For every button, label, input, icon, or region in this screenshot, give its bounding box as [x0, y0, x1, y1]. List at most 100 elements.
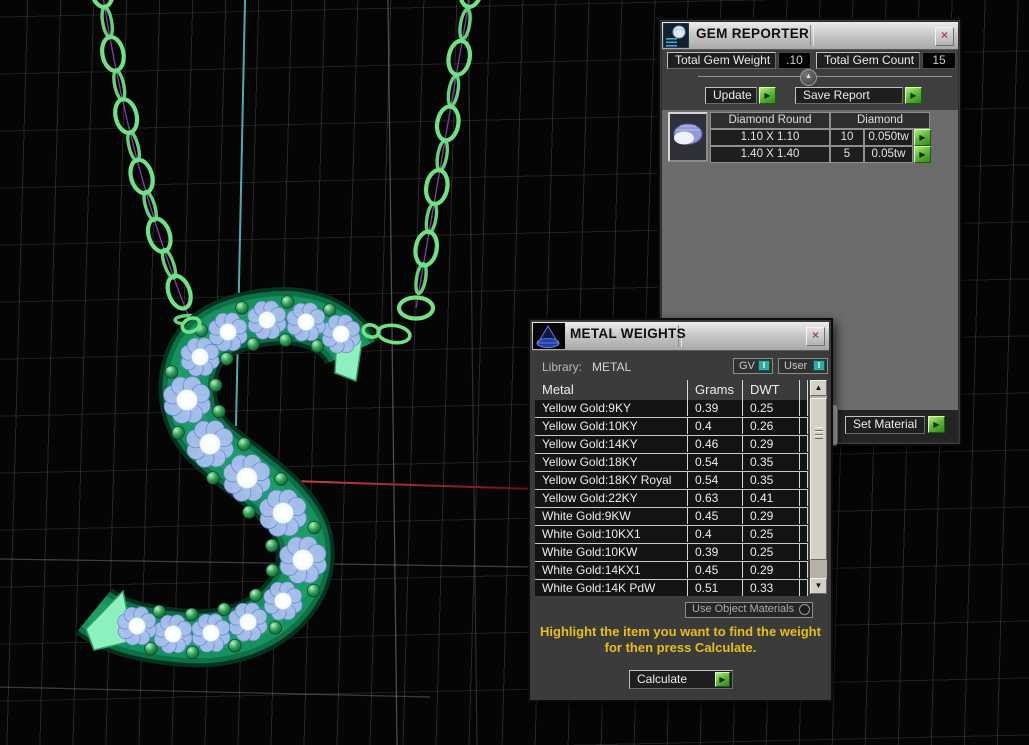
milgrain-bead	[144, 641, 158, 656]
gem-shape-header: Diamond Round	[710, 112, 830, 129]
metal-row[interactable]: Yellow Gold:10KY 0.4 0.26	[535, 418, 808, 436]
gem-size-cell[interactable]: 1.10 X 1.10	[710, 129, 830, 146]
use-object-materials-button[interactable]: Use Object Materials	[685, 602, 813, 618]
milgrain-bead	[310, 339, 325, 353]
gem-type-header: Diamond	[830, 112, 930, 129]
set-material-button[interactable]: Set Material	[845, 416, 925, 434]
chain-link	[458, 0, 484, 9]
metal-name-cell: White Gold:9KW	[535, 508, 688, 524]
scroll-down-icon[interactable]: ▼	[810, 578, 827, 594]
metal-row[interactable]: White Gold:10KX1 0.4 0.25	[535, 526, 808, 544]
milgrain-bead	[185, 645, 200, 660]
grams-cell: 0.45	[688, 508, 743, 524]
milgrain-bead	[212, 404, 226, 419]
metal-weights-close-icon[interactable]: ×	[806, 327, 825, 346]
table-scrollbar[interactable]: ▲ ▼	[810, 380, 827, 594]
spare-cell	[800, 472, 808, 488]
scroll-up-icon[interactable]: ▲	[810, 380, 827, 396]
gem-row-run-icon[interactable]: ▶	[914, 146, 931, 163]
milgrain-bead	[242, 505, 256, 519]
spare-cell	[800, 400, 808, 416]
scrollbar-thumb[interactable]	[810, 398, 827, 560]
metal-weights-table[interactable]: Yellow Gold:9KY 0.39 0.25 Yellow Gold:10KY 0…	[535, 400, 808, 596]
gem-weight-cell[interactable]: 0.05tw	[864, 146, 913, 163]
use-object-materials-label: Use Object Materials	[692, 603, 795, 615]
gem-count-cell[interactable]: 5	[830, 146, 864, 163]
user-toggle-state-icon[interactable]: I	[813, 360, 825, 371]
metal-row[interactable]: White Gold:14KX1 0.45 0.29	[535, 562, 808, 580]
milgrain-bead	[171, 425, 185, 440]
total-gem-count-label: Total Gem Count	[816, 52, 920, 69]
diamond-gem-highlight	[278, 596, 288, 606]
spare-cell	[800, 562, 808, 578]
metal-name-cell: Yellow Gold:18KY	[535, 454, 688, 470]
save-report-run-icon[interactable]: ▶	[905, 87, 922, 104]
milgrain-bead	[184, 607, 199, 622]
metal-row[interactable]: Yellow Gold:18KY 0.54 0.35	[535, 454, 808, 472]
gem-reporter-title: GEM REPORTER	[696, 26, 810, 41]
metal-row[interactable]: Yellow Gold:18KY Royal 0.54 0.35	[535, 472, 808, 490]
gem-report-icon	[663, 23, 689, 48]
update-button[interactable]: Update	[705, 87, 757, 104]
gv-toggle-state-icon[interactable]: I	[758, 360, 770, 371]
dwt-cell: 0.41	[743, 490, 800, 506]
gem-thumbnail[interactable]	[668, 112, 708, 162]
metal-row[interactable]: Yellow Gold:14KY 0.46 0.29	[535, 436, 808, 454]
gem-reporter-close-icon[interactable]: ×	[935, 27, 954, 46]
milgrain-bead	[164, 365, 179, 379]
diamond-gem-highlight	[206, 628, 216, 638]
milgrain-bead	[306, 583, 321, 598]
total-gem-count-value: 15	[922, 52, 956, 69]
spare-cell	[800, 436, 808, 452]
titlebar-groove	[810, 25, 814, 46]
metal-row[interactable]: White Gold:9KW 0.45 0.29	[535, 508, 808, 526]
calculate-run-icon[interactable]: ▶	[715, 672, 730, 687]
gv-toggle[interactable]: GV I	[733, 358, 773, 374]
save-report-button[interactable]: Save Report	[795, 87, 903, 104]
grams-cell: 0.54	[688, 454, 743, 470]
milgrain-bead	[228, 639, 242, 653]
metal-row[interactable]: White Gold:10KW 0.39 0.25	[535, 544, 808, 562]
gem-size-cell[interactable]: 1.40 X 1.40	[710, 146, 830, 163]
grams-cell: 0.51	[688, 580, 743, 596]
diamond-thumbnail-icon	[673, 123, 703, 145]
metal-row[interactable]: Yellow Gold:22KY 0.63 0.41	[535, 490, 808, 508]
diamond-gem-highlight	[336, 329, 346, 339]
dwt-cell: 0.35	[743, 472, 800, 488]
milgrain-bead	[265, 538, 279, 553]
metal-name-cell: Yellow Gold:14KY	[535, 436, 688, 452]
set-material-run-icon[interactable]: ▶	[928, 416, 945, 433]
milgrain-bead	[249, 588, 263, 602]
metal-name-cell: Yellow Gold:10KY	[535, 418, 688, 434]
library-value: METAL	[592, 360, 632, 374]
grams-cell: 0.46	[688, 436, 743, 452]
diamond-gem-highlight	[276, 506, 290, 520]
radio-circle-icon[interactable]	[799, 604, 810, 615]
metal-name-cell: White Gold:14KX1	[535, 562, 688, 578]
column-header-grams[interactable]: Grams	[688, 380, 743, 400]
user-toggle-label: User	[784, 360, 808, 372]
grams-cell: 0.63	[688, 490, 743, 506]
collapse-button[interactable]: ▲	[800, 69, 817, 86]
spare-cell	[800, 454, 808, 470]
gem-row-run-icon[interactable]: ▶	[914, 129, 931, 146]
column-header-metal[interactable]: Metal	[535, 380, 688, 400]
metal-row[interactable]: Yellow Gold:9KY 0.39 0.25	[535, 400, 808, 418]
milgrain-bead	[235, 301, 249, 315]
milgrain-bead	[280, 295, 295, 309]
grams-cell: 0.54	[688, 472, 743, 488]
gem-count-cell[interactable]: 10	[830, 129, 864, 146]
update-run-icon[interactable]: ▶	[759, 87, 776, 104]
total-gem-weight-label: Total Gem Weight	[667, 52, 776, 69]
column-header-dwt[interactable]: DWT	[743, 380, 800, 400]
chain-rail-line	[415, 0, 470, 309]
metal-name-cell: Yellow Gold:22KY	[535, 490, 688, 506]
dwt-cell: 0.29	[743, 508, 800, 524]
spare-cell	[800, 580, 808, 596]
user-toggle[interactable]: User I	[778, 358, 828, 374]
z-axis-line	[235, 0, 246, 427]
x-axis-line	[291, 480, 535, 490]
metal-row[interactable]: White Gold:14K PdW 0.51 0.33	[535, 580, 808, 596]
gem-weight-cell[interactable]: 0.050tw	[864, 129, 913, 146]
dwt-cell: 0.29	[743, 562, 800, 578]
